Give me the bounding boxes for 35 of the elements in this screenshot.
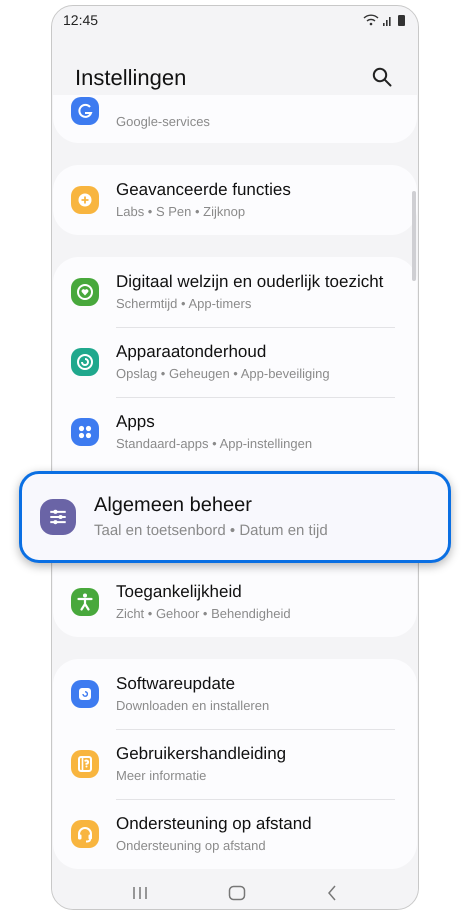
settings-item[interactable]: Apps Standaard-apps • App-instellingen	[53, 396, 417, 467]
setting-title: Ondersteuning op afstand	[116, 812, 312, 835]
setting-title: Apparaatonderhoud	[116, 340, 268, 363]
setting-subtitle: Taal en toetsenbord • Datum en tijd	[94, 520, 328, 541]
setting-title: Apps	[116, 410, 156, 433]
setting-title: Algemeen beheer	[94, 492, 253, 518]
status-icons	[363, 13, 407, 28]
setting-title: Gebruikershandleiding	[116, 742, 286, 765]
settings-item[interactable]: Digitaal welzijn en ouderlijk toezicht Schermtijd • App-timers	[53, 256, 417, 327]
settings-item[interactable]: Apparaatonderhoud Opslag • Geheugen • App-beveiliging	[53, 326, 417, 397]
setting-subtitle: Opslag • Geheugen • App-beveiliging	[116, 364, 330, 383]
settings-item[interactable]: Gebruikershandleiding Meer informatie	[53, 728, 417, 799]
settings-item[interactable]: Geavanceerde functies Labs • S Pen • Zijknop	[53, 164, 417, 235]
setting-title: Geavanceerde functies	[116, 178, 291, 201]
setting-title: Softwareupdate	[116, 672, 236, 695]
setting-subtitle: Meer informatie	[116, 766, 208, 785]
status-time: 12:45	[63, 10, 98, 30]
setting-subtitle: Schermtijd • App-timers	[116, 294, 252, 313]
settings-item[interactable]: Toegankelijkheid Zicht • Gehoor • Behendigheid	[53, 566, 417, 637]
page-title: Instellingen	[75, 64, 186, 92]
setting-title: Digitaal welzijn en ouderlijk toezicht	[116, 270, 384, 293]
back-icon[interactable]	[326, 884, 338, 901]
settings-item-highlighted[interactable]: Algemeen beheer Taal en toetsenbord • Datum en tijd	[19, 470, 451, 563]
settings-item[interactable]: Ondersteuning op afstand Ondersteuning op afstand	[53, 798, 417, 869]
setting-subtitle: Downloaden en installeren	[116, 696, 270, 715]
setting-subtitle: Ondersteuning op afstand	[116, 836, 267, 855]
setting-subtitle: Google-services	[116, 112, 210, 131]
setting-subtitle: Labs • S Pen • Zijknop	[116, 202, 246, 221]
setting-title: Toegankelijkheid	[116, 580, 243, 603]
settings-item[interactable]: Softwareupdate Downloaden en installeren	[53, 658, 417, 729]
setting-subtitle: Standaard-apps • App-instellingen	[116, 434, 312, 453]
recent-apps-icon[interactable]	[132, 886, 148, 900]
search-icon[interactable]	[372, 67, 392, 88]
setting-subtitle: Zicht • Gehoor • Behendigheid	[116, 604, 291, 623]
home-icon[interactable]	[228, 884, 246, 901]
